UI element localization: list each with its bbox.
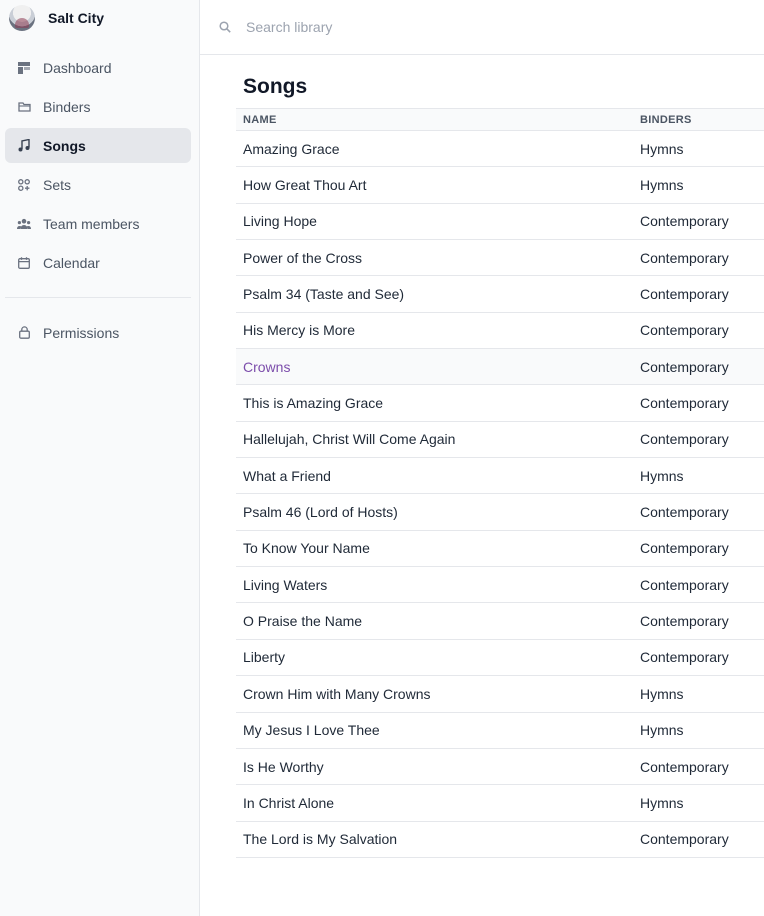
- binder-cell: Contemporary: [640, 213, 729, 230]
- song-name-cell[interactable]: Hallelujah, Christ Will Come Again: [243, 431, 455, 447]
- page-title: Songs: [243, 75, 308, 98]
- search-input[interactable]: [246, 19, 726, 35]
- song-name-cell[interactable]: What a Friend: [243, 468, 331, 484]
- binder-cell: Hymns: [640, 177, 684, 194]
- table-row[interactable]: Hallelujah, Christ Will Come Again Contem…: [236, 422, 764, 459]
- table-row[interactable]: Liberty Contemporary: [236, 640, 764, 677]
- song-name-cell[interactable]: Psalm 46 (Lord of Hosts): [243, 504, 398, 520]
- sidebar-item-songs[interactable]: Songs: [5, 128, 191, 163]
- table-row[interactable]: My Jesus I Love Thee Hymns: [236, 713, 764, 749]
- binder-cell: Hymns: [640, 685, 684, 702]
- table-header: NAME BINDERS: [236, 108, 764, 131]
- sidebar-item-label: Binders: [43, 98, 91, 115]
- sidebar-item-label: Team members: [43, 215, 140, 232]
- song-name-cell[interactable]: Psalm 34 (Taste and See): [243, 286, 404, 302]
- binder-cell: Contemporary: [640, 504, 729, 521]
- song-name-cell[interactable]: His Mercy is More: [243, 322, 355, 338]
- sidebar-item-label: Calendar: [43, 254, 100, 271]
- table-row[interactable]: Living Waters Contemporary: [236, 567, 764, 604]
- sidebar-item-permissions[interactable]: Permissions: [5, 315, 191, 350]
- table-row[interactable]: This is Amazing Grace Contemporary: [236, 385, 764, 422]
- binder-cell: Contemporary: [640, 358, 729, 375]
- grid-icon: [17, 178, 31, 192]
- binder-cell: Contemporary: [640, 576, 729, 593]
- sidebar-item-binders[interactable]: Binders: [5, 89, 191, 124]
- sidebar-item-team-members[interactable]: Team members: [5, 206, 191, 241]
- song-name-cell[interactable]: Crown Him with Many Crowns: [243, 686, 430, 702]
- binder-cell: Contemporary: [640, 322, 729, 339]
- binder-cell: Contemporary: [640, 613, 729, 630]
- song-name-cell[interactable]: Amazing Grace: [243, 141, 339, 157]
- binder-cell: Contemporary: [640, 286, 729, 303]
- song-name-cell[interactable]: O Praise the Name: [243, 613, 362, 629]
- brand[interactable]: Salt City: [9, 4, 104, 32]
- sidebar-item-label: Dashboard: [43, 59, 112, 76]
- binder-cell: Hymns: [640, 467, 684, 484]
- table-row[interactable]: His Mercy is More Contemporary: [236, 313, 764, 350]
- table-row[interactable]: In Christ Alone Hymns: [236, 785, 764, 822]
- calendar-icon: [17, 256, 31, 270]
- table-row[interactable]: Amazing Grace Hymns: [236, 131, 764, 168]
- sidebar-item-dashboard[interactable]: Dashboard: [5, 50, 191, 85]
- sidebar-nav: Dashboard Binders Songs Sets Team member…: [5, 50, 191, 284]
- app-window: Salt City Dashboard Binders Songs Sets T…: [0, 0, 764, 916]
- sidebar-item-sets[interactable]: Sets: [5, 167, 191, 202]
- binder-cell: Contemporary: [640, 758, 729, 775]
- song-name-cell[interactable]: Power of the Cross: [243, 250, 362, 266]
- sidebar-item-label: Sets: [43, 176, 72, 193]
- song-name-cell[interactable]: Liberty: [243, 649, 285, 665]
- table-row[interactable]: What a Friend Hymns: [236, 458, 764, 495]
- song-name-cell[interactable]: Crowns: [243, 359, 290, 375]
- table-row[interactable]: Psalm 46 (Lord of Hosts) Contemporary: [236, 494, 764, 531]
- folder-icon: [17, 100, 31, 114]
- binder-cell: Contemporary: [640, 831, 729, 848]
- brand-name: Salt City: [48, 10, 105, 26]
- table-row[interactable]: Is He Worthy Contemporary: [236, 749, 764, 786]
- binder-cell: Contemporary: [640, 540, 729, 557]
- sidebar-nav-secondary: Permissions: [5, 315, 191, 354]
- table-row[interactable]: O Praise the Name Contemporary: [236, 603, 764, 640]
- table-row[interactable]: Psalm 34 (Taste and See) Contemporary: [236, 276, 764, 313]
- avatar: [9, 5, 35, 31]
- table-row[interactable]: Crown Him with Many Crowns Hymns: [236, 676, 764, 713]
- table-row[interactable]: How Great Thou Art Hymns: [236, 167, 764, 204]
- song-name-cell[interactable]: This is Amazing Grace: [243, 395, 383, 411]
- column-header-name[interactable]: NAME: [243, 114, 277, 126]
- binder-cell: Hymns: [640, 722, 684, 739]
- dashboard-icon: [17, 61, 31, 75]
- song-name-cell[interactable]: How Great Thou Art: [243, 177, 366, 193]
- binder-cell: Contemporary: [640, 395, 729, 412]
- team-icon: [17, 217, 31, 231]
- table-row[interactable]: Living Hope Contemporary: [236, 204, 764, 241]
- song-name-cell[interactable]: Living Waters: [243, 577, 327, 593]
- lock-icon: [17, 326, 31, 340]
- song-name-cell[interactable]: The Lord is My Salvation: [243, 831, 397, 847]
- binder-cell: Contemporary: [640, 649, 729, 666]
- sidebar-item-label: Songs: [43, 137, 86, 154]
- binder-cell: Contemporary: [640, 249, 729, 266]
- songs-table: NAME BINDERS Amazing Grace Hymns How Great…: [236, 108, 764, 858]
- song-name-cell[interactable]: Is He Worthy: [243, 759, 324, 775]
- binder-cell: Hymns: [640, 794, 684, 811]
- sidebar-item-calendar[interactable]: Calendar: [5, 245, 191, 280]
- search-icon: [219, 21, 231, 33]
- table-row[interactable]: To Know Your Name Contemporary: [236, 531, 764, 568]
- table-row[interactable]: The Lord is My Salvation Contemporary: [236, 822, 764, 858]
- song-name-cell[interactable]: To Know Your Name: [243, 540, 370, 556]
- table-row[interactable]: Power of the Cross Contemporary: [236, 240, 764, 277]
- music-note-icon: [17, 139, 31, 153]
- sidebar: Salt City Dashboard Binders Songs Sets T…: [0, 0, 200, 916]
- song-name-cell[interactable]: My Jesus I Love Thee: [243, 722, 380, 738]
- table-row[interactable]: Crowns Contemporary: [236, 349, 764, 386]
- sidebar-item-label: Permissions: [43, 324, 120, 341]
- song-name-cell[interactable]: Living Hope: [243, 213, 317, 229]
- binder-cell: Contemporary: [640, 431, 729, 448]
- song-name-cell[interactable]: In Christ Alone: [243, 795, 334, 811]
- table-body: Amazing Grace Hymns How Great Thou Art Hymn…: [236, 131, 764, 858]
- column-header-binders[interactable]: BINDERS: [640, 114, 692, 126]
- binder-cell: Hymns: [640, 140, 684, 157]
- sidebar-divider: [5, 297, 191, 298]
- search-bar: [200, 0, 764, 55]
